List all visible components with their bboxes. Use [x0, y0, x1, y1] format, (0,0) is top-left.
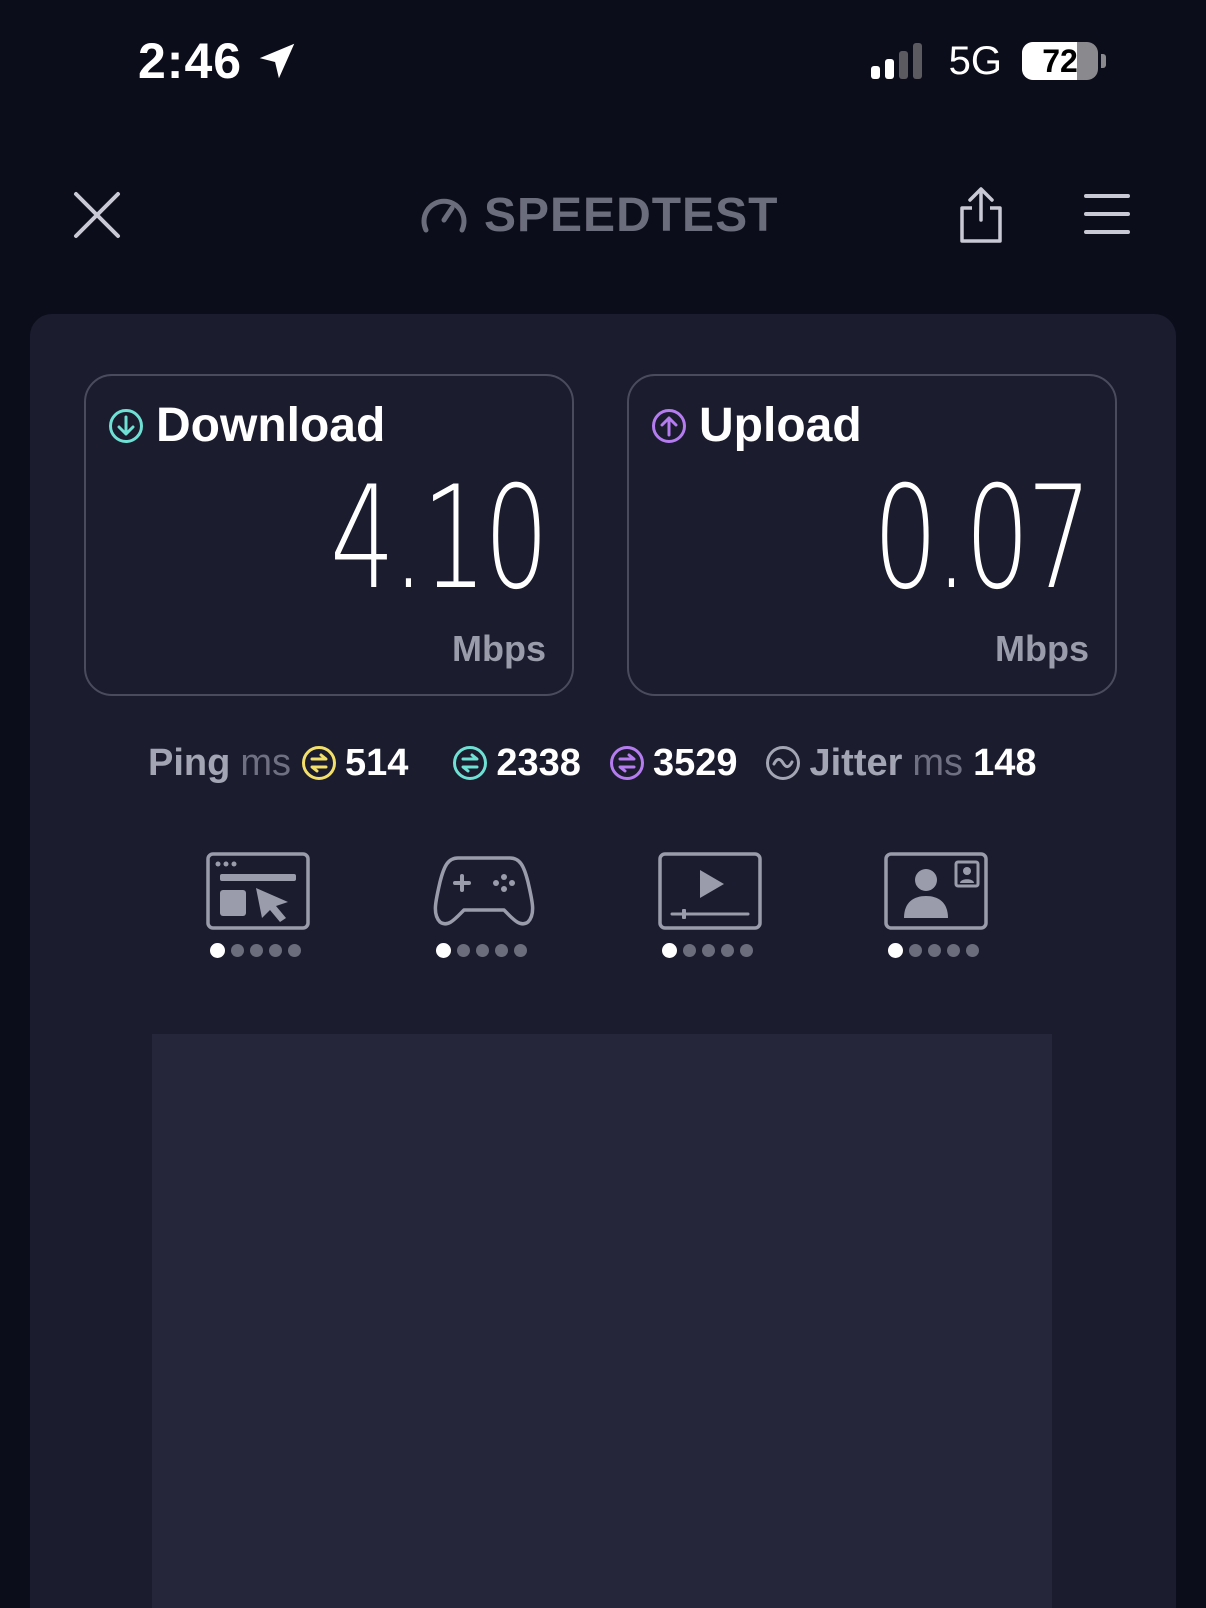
upload-label: Upload [699, 399, 862, 452]
logo-text: SPEEDTEST [484, 189, 779, 242]
battery-icon: 72 [1022, 42, 1098, 80]
usecase-video-call[interactable] [884, 852, 1110, 958]
rating-dot [702, 944, 715, 957]
battery-percent: 72 [1042, 42, 1078, 79]
upload-card: Upload 0.07 Mbps [627, 374, 1117, 696]
jitter-icon [766, 746, 801, 780]
download-card: Download 4.10 Mbps [84, 374, 574, 696]
jitter-label: Jitter [809, 741, 903, 784]
rating-dot [250, 944, 263, 957]
battery-cap [1101, 54, 1106, 68]
status-time-text: 2:46 [138, 33, 243, 89]
upload-value: 0.07 [872, 456, 1092, 621]
upload-arrow-icon [652, 408, 686, 443]
speedometer-icon [421, 198, 467, 232]
close-icon[interactable] [72, 190, 122, 240]
share-icon[interactable] [958, 186, 1004, 244]
status-indicators: 5G 72 [870, 38, 1106, 84]
ping-jitter-row: Ping ms 514 2338 3529 Jitter ms 148 [148, 738, 1036, 788]
location-arrow-icon [259, 43, 295, 79]
usecase-ratings [206, 852, 1110, 958]
upload-ping-icon [609, 746, 644, 780]
rating-dot [231, 944, 244, 957]
usecase-browsing[interactable] [206, 852, 432, 958]
network-type: 5G [948, 38, 1002, 83]
download-ping-icon [453, 746, 488, 780]
jitter-value: 148 [973, 741, 1037, 784]
rating-dot [909, 944, 922, 957]
rating-dot [476, 944, 489, 957]
idle-ping-value: 514 [344, 741, 409, 784]
rating-dot [514, 944, 527, 957]
rating-dot [947, 944, 960, 957]
usecase-rating-dots [436, 943, 533, 958]
results-panel: Download 4.10 Mbps Upload 0.07 Mbps Ping… [30, 314, 1176, 1608]
idle-ping-icon [301, 746, 336, 780]
rating-dot [210, 943, 225, 958]
download-label: Download [156, 399, 386, 452]
rating-dot [888, 943, 903, 958]
rating-dot [928, 944, 941, 957]
speedtest-result-screen: 2:46 5G 72 SPEEDTEST Download 4.10 Mbps … [0, 0, 1206, 1608]
usecase-rating-dots [888, 943, 985, 958]
speedtest-logo: SPEEDTEST [418, 188, 778, 243]
jitter-unit: ms [912, 741, 964, 784]
usecase-video[interactable] [658, 852, 884, 958]
cellular-signal-icon [870, 43, 927, 79]
rating-dot [721, 944, 734, 957]
upload-ping-value: 3529 [652, 741, 738, 784]
rating-dot [457, 944, 470, 957]
gamepad-icon [433, 856, 535, 926]
rating-dot [288, 944, 301, 957]
rating-dot [662, 943, 677, 958]
ping-label: Ping [148, 741, 231, 784]
usecase-gaming[interactable] [432, 852, 658, 958]
rating-dot [495, 944, 508, 957]
ad-placeholder[interactable] [152, 1034, 1052, 1608]
video-call-icon [884, 852, 988, 930]
download-header: Download [108, 398, 385, 453]
status-time: 2:46 [138, 32, 300, 90]
rating-dot [269, 944, 282, 957]
usecase-rating-dots [210, 943, 307, 958]
menu-icon[interactable] [1084, 190, 1130, 238]
download-unit: Mbps [452, 628, 546, 669]
browser-cursor-icon [206, 852, 310, 930]
upload-header: Upload [651, 398, 862, 453]
upload-unit: Mbps [995, 628, 1089, 669]
usecase-rating-dots [662, 943, 759, 958]
rating-dot [683, 944, 696, 957]
video-play-icon [658, 852, 762, 930]
rating-dot [966, 944, 979, 957]
download-ping-value: 2338 [496, 741, 581, 784]
download-value: 4.10 [329, 456, 549, 621]
rating-dot [436, 943, 451, 958]
rating-dot [740, 944, 753, 957]
download-arrow-icon [109, 408, 143, 443]
ping-unit: ms [240, 741, 291, 784]
